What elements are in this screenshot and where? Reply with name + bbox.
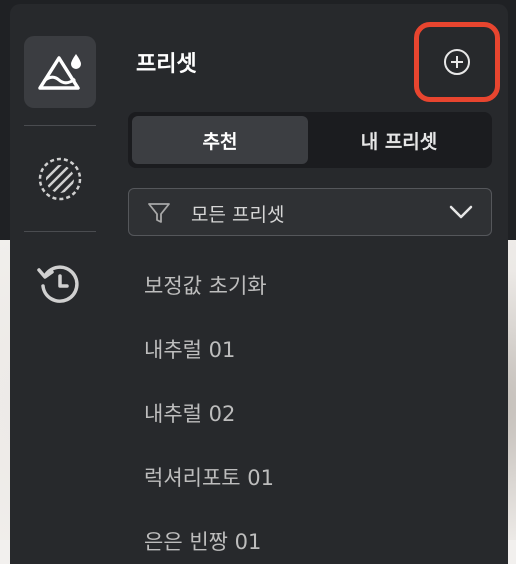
rail-preset-button[interactable] — [24, 36, 96, 108]
preset-item[interactable]: 내추럴 02 — [144, 398, 235, 428]
preset-item[interactable]: 내추럴 01 — [144, 334, 235, 364]
preset-image-icon — [38, 54, 81, 90]
tab-recommended[interactable]: 추천 — [132, 116, 308, 164]
texture-circle-icon — [38, 157, 82, 201]
rail-texture-button[interactable] — [24, 143, 96, 215]
tab-my-presets[interactable]: 내 프리셋 — [310, 116, 488, 164]
rail-divider — [24, 231, 96, 232]
preset-item[interactable]: 은은 빈짱 01 — [144, 526, 261, 556]
chevron-down-icon — [449, 205, 473, 219]
side-rail — [10, 4, 110, 540]
preset-tabs: 추천 내 프리셋 — [128, 112, 492, 168]
preset-item[interactable]: 럭셔리포토 01 — [144, 462, 274, 492]
preset-item-reset[interactable]: 보정값 초기화 — [144, 270, 267, 300]
preset-filter-dropdown[interactable]: 모든 프리셋 — [128, 188, 492, 236]
panel-title: 프리셋 — [136, 52, 197, 77]
add-preset-button[interactable] — [414, 22, 500, 102]
rail-divider — [24, 125, 96, 126]
filter-label: 모든 프리셋 — [191, 204, 285, 226]
filter-icon — [148, 203, 170, 223]
rail-history-button[interactable] — [24, 248, 96, 320]
history-icon — [37, 265, 79, 303]
plus-circle-icon — [444, 49, 470, 75]
